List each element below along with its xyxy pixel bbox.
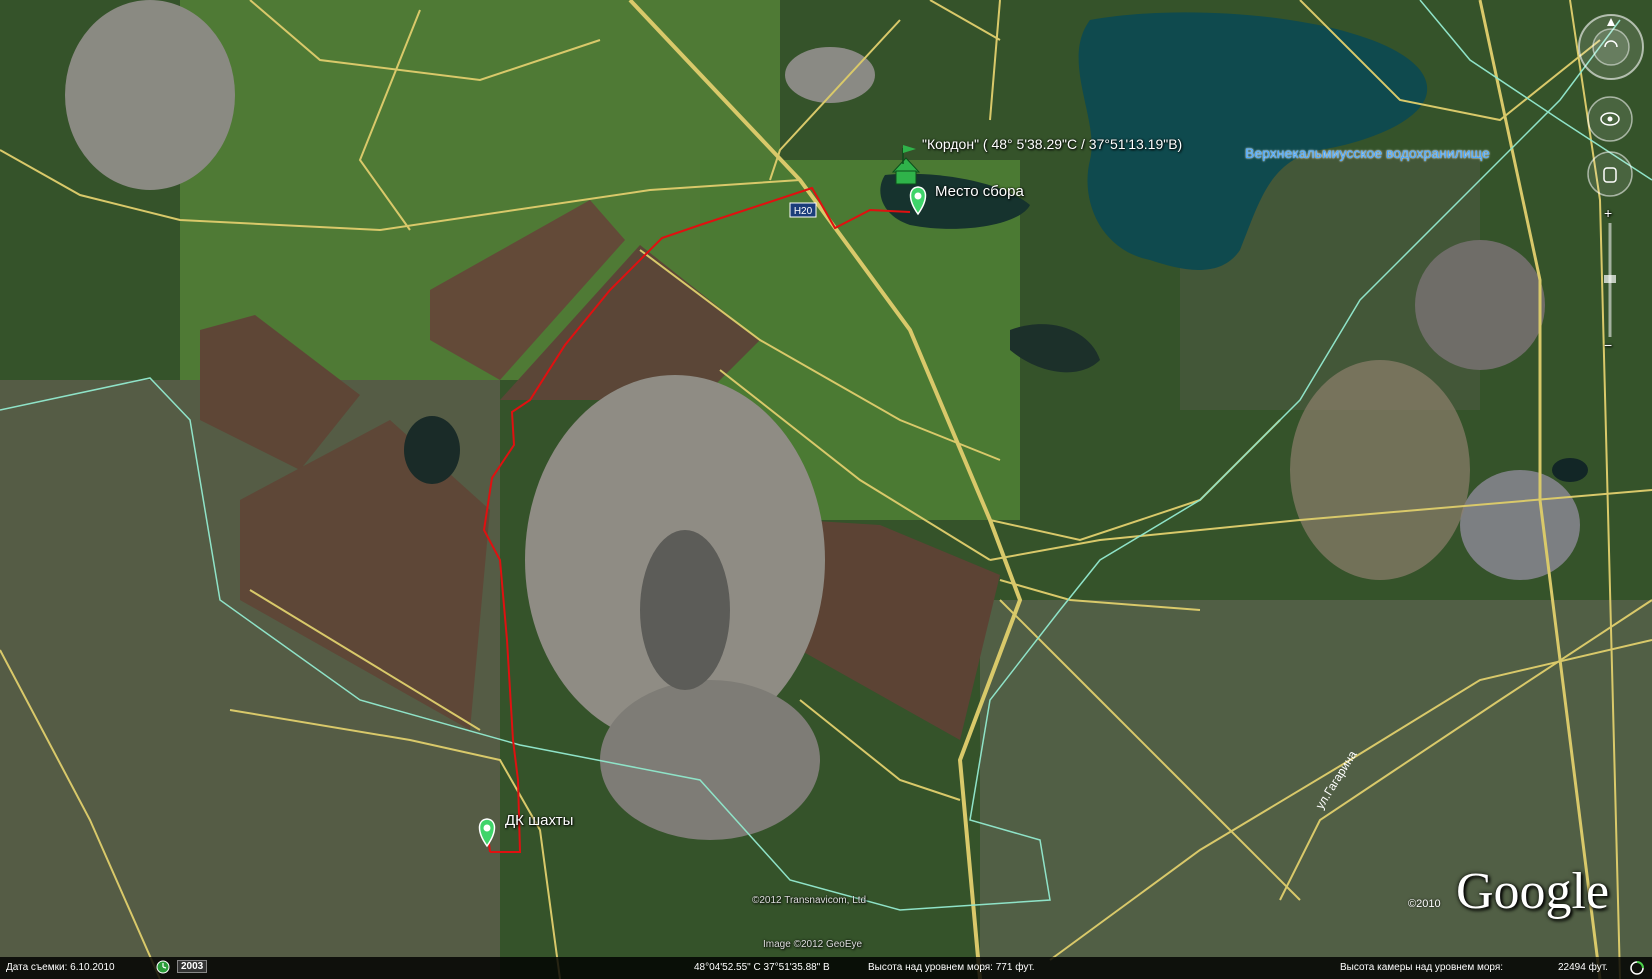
move-joystick[interactable] bbox=[1586, 150, 1634, 198]
reservoir-label: Верхнекальмиусское водохранилище bbox=[1245, 145, 1490, 161]
imagery-year[interactable]: 2003 bbox=[177, 960, 208, 973]
hand-icon[interactable] bbox=[1586, 150, 1634, 198]
eye-altitude-label: Высота камеры над уровнем моря: bbox=[1340, 962, 1504, 973]
zoom-in-button[interactable]: + bbox=[1604, 205, 1612, 221]
transnavicom-copyright: ©2012 Transnavicom, Ltd bbox=[752, 895, 867, 906]
placemark-meeting-point-label[interactable]: Место сбора bbox=[935, 183, 1024, 200]
spoil-tip-east bbox=[1415, 240, 1545, 370]
geoeye-copyright: Image ©2012 GeoEye bbox=[763, 939, 863, 950]
eye-altitude-value: 22494 фут. bbox=[1558, 962, 1608, 973]
ground-elevation: Высота над уровнем моря: 771 фут. bbox=[868, 962, 1035, 973]
bare-ground-east bbox=[1290, 360, 1470, 580]
placemark-dk-mine-label[interactable]: ДК шахты bbox=[505, 812, 573, 829]
spoil-tip-nw bbox=[65, 0, 235, 190]
look-joystick[interactable] bbox=[1586, 95, 1634, 143]
historical-imagery-icon[interactable] bbox=[156, 960, 170, 977]
zoom-slider[interactable]: + − bbox=[1600, 205, 1620, 355]
pond-east bbox=[1552, 458, 1588, 482]
status-bar: Дата съемки: 6.10.2010 2003 48°04'52.55"… bbox=[0, 957, 1652, 979]
eye-icon[interactable] bbox=[1586, 95, 1634, 143]
google-copyright-year: ©2010 bbox=[1408, 898, 1441, 910]
highway-shield-label: Н20 bbox=[794, 206, 813, 217]
imagery-date: Дата съемки: 6.10.2010 bbox=[6, 962, 115, 973]
compass-control[interactable] bbox=[1576, 12, 1646, 82]
city-area-southeast bbox=[980, 600, 1652, 979]
pond-west bbox=[404, 416, 460, 484]
spoil-tip-dark bbox=[640, 530, 730, 690]
placemark-kordon-label[interactable]: "Кордон" ( 48° 5'38.29"С / 37°51'13.19"В… bbox=[922, 136, 1182, 152]
spoil-tip-south bbox=[600, 680, 820, 840]
cursor-coordinates: 48°04'52.55" С 37°51'35.88" В bbox=[694, 962, 830, 973]
compass-icon[interactable] bbox=[1576, 12, 1646, 82]
zoom-out-button[interactable]: − bbox=[1604, 337, 1612, 353]
zoom-slider-thumb bbox=[1604, 275, 1616, 283]
satellite-map[interactable]: Н20 ул.Гагарина "Кордон" ( 48° 5'38.29"С… bbox=[0, 0, 1652, 979]
google-logo: Google bbox=[1456, 863, 1610, 920]
quarry-east bbox=[1460, 470, 1580, 580]
streaming-indicator-icon bbox=[1630, 961, 1644, 978]
